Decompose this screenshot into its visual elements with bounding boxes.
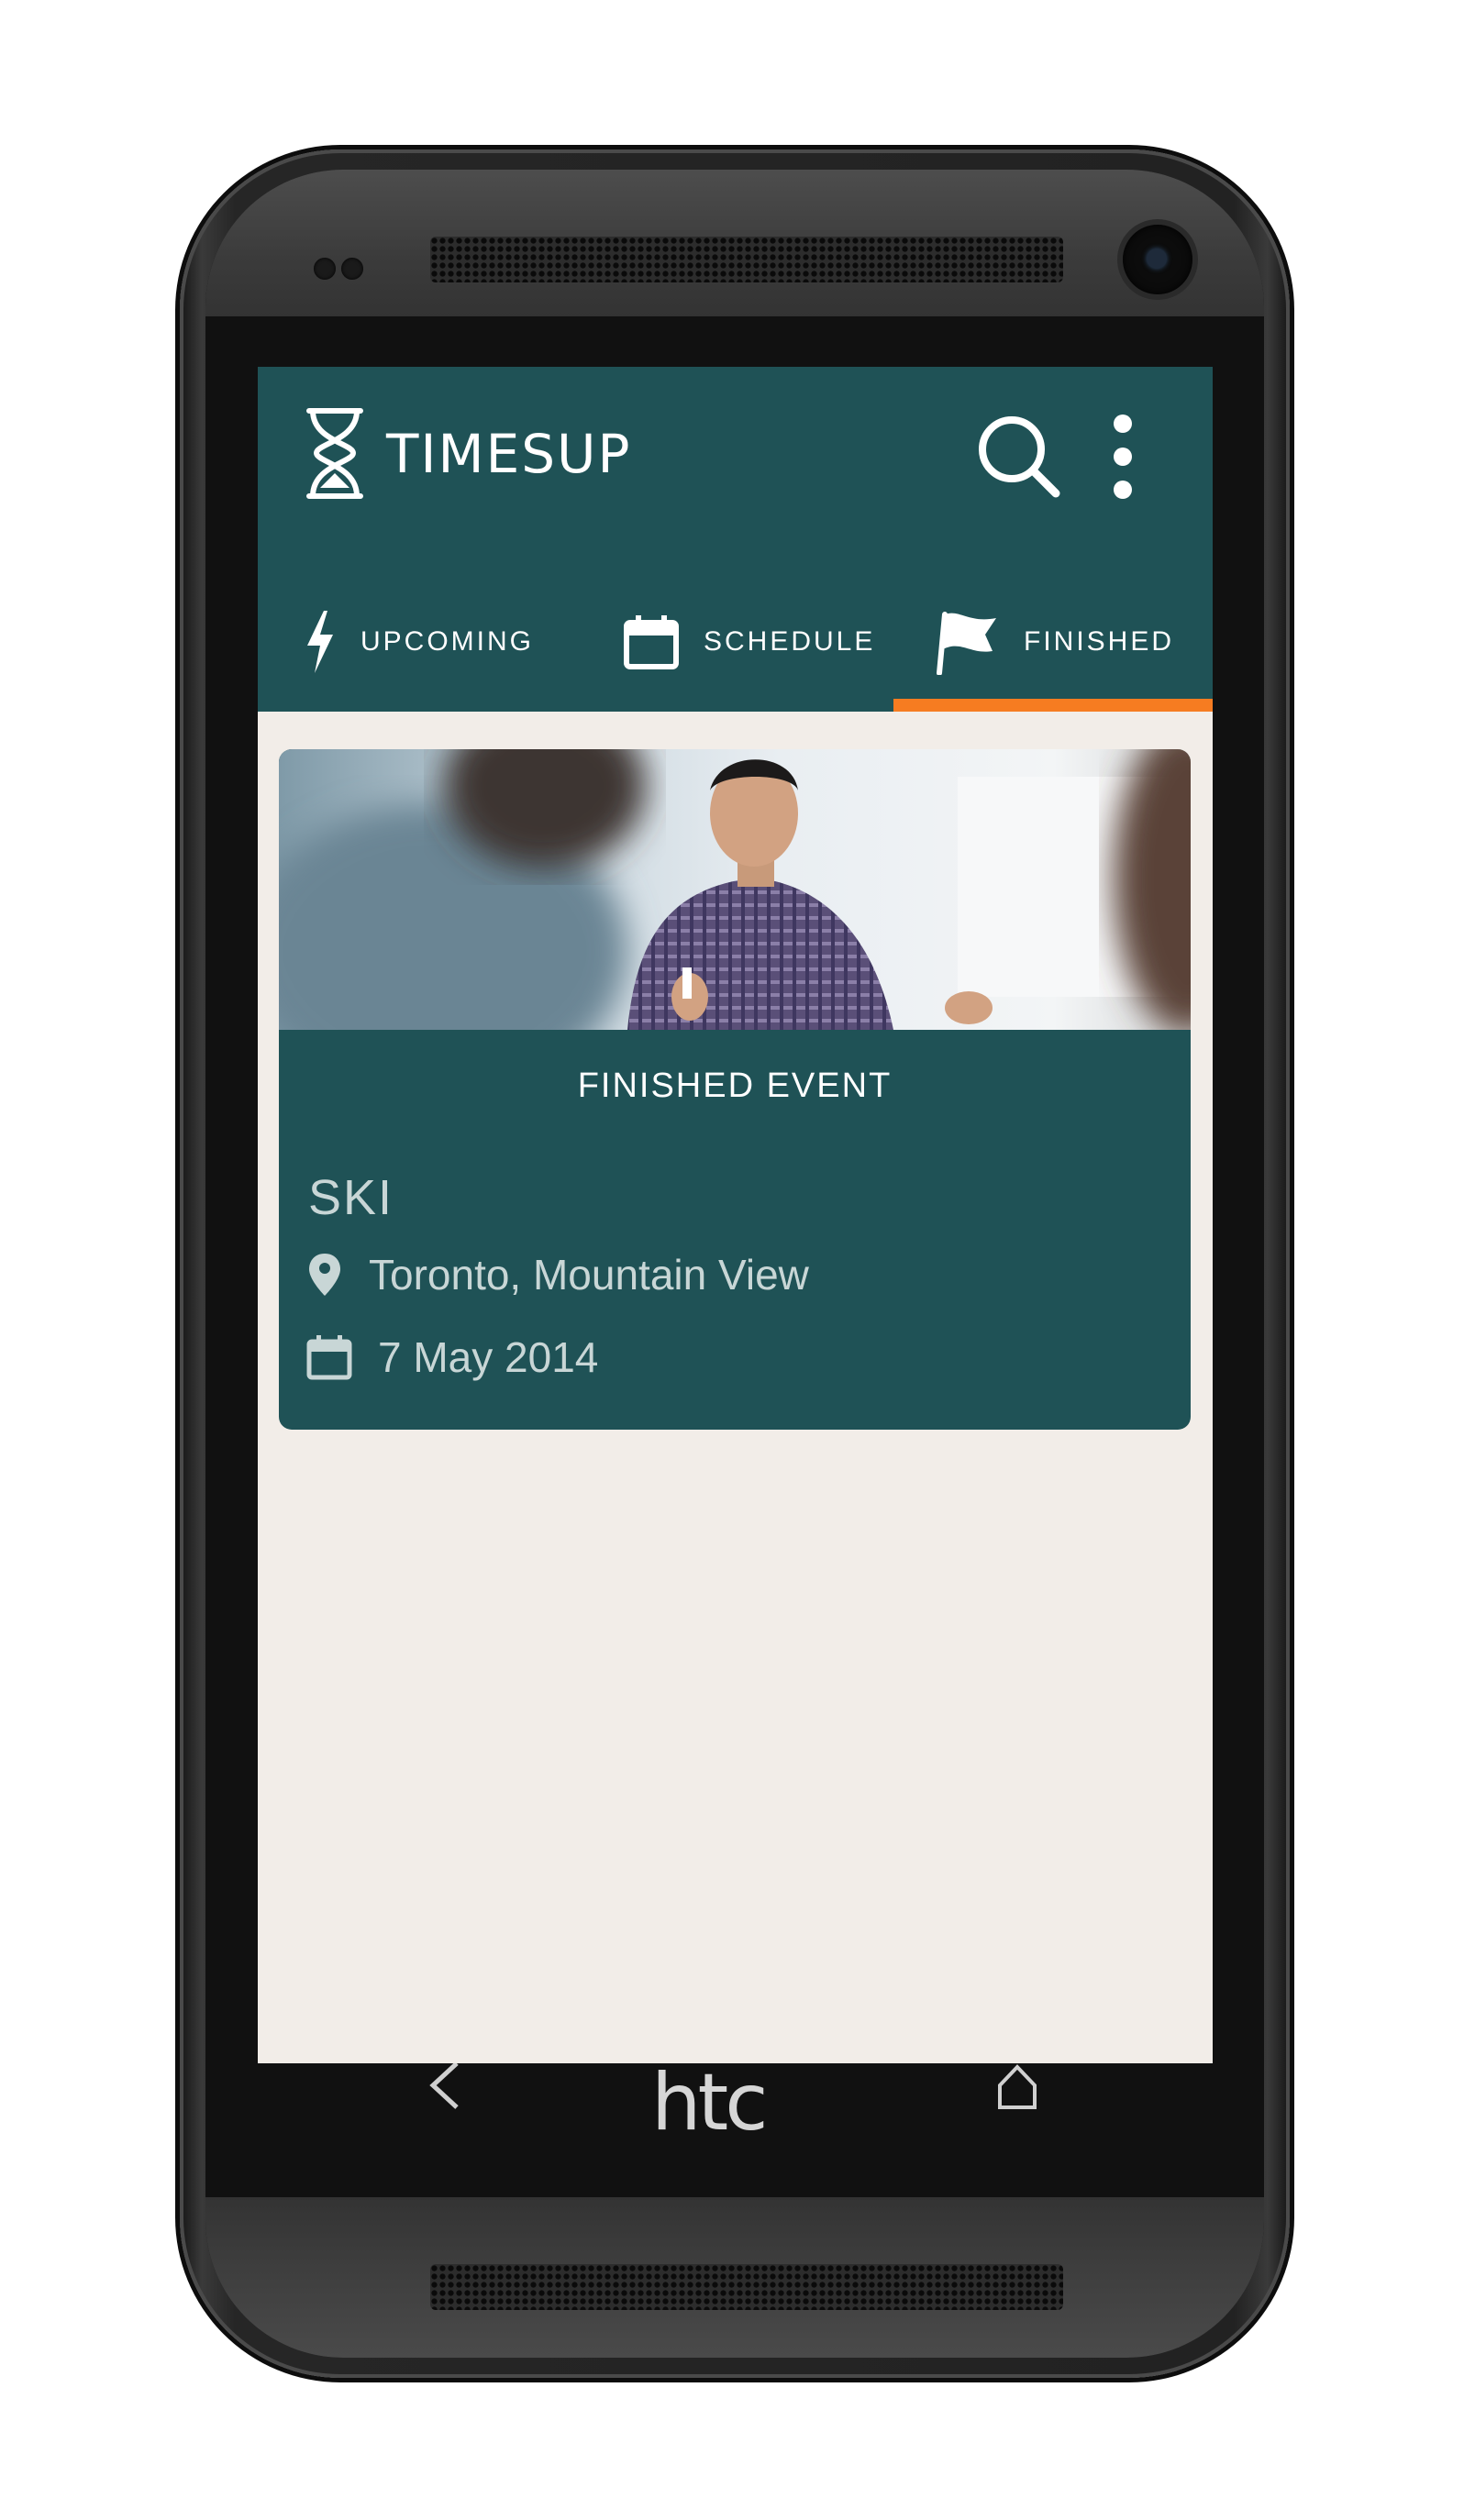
app-screen: TIMESUP UPCOMING SCHEDULE FINISHED FINIS…	[258, 367, 1213, 2063]
location-pin-icon	[309, 1254, 340, 1296]
front-camera	[1123, 225, 1192, 294]
app-title: TIMESUP	[386, 422, 632, 485]
tab-bar: UPCOMING SCHEDULE FINISHED	[258, 580, 1213, 712]
event-title: SKI	[308, 1170, 394, 1225]
back-icon	[429, 2061, 459, 2109]
top-speaker-grille	[430, 237, 1063, 282]
tab-finished[interactable]: FINISHED	[932, 580, 1174, 704]
htc-logo: htc	[651, 2069, 769, 2142]
event-date: 7 May 2014	[306, 1332, 598, 1382]
sensor-dot	[341, 258, 363, 280]
tab-schedule[interactable]: SCHEDULE	[623, 580, 875, 704]
hourglass-logo-icon	[306, 408, 363, 499]
location-text: Toronto, Mountain View	[369, 1251, 809, 1299]
lightning-icon	[307, 611, 333, 673]
event-photo	[279, 749, 1191, 1030]
flag-icon	[937, 612, 996, 675]
date-text: 7 May 2014	[378, 1333, 599, 1381]
tab-label: SCHEDULE	[704, 626, 876, 657]
calendar-icon	[306, 1335, 352, 1380]
search-button[interactable]	[973, 411, 1065, 503]
overflow-menu-button[interactable]	[1100, 411, 1146, 503]
tab-label: UPCOMING	[360, 626, 534, 657]
tab-label: FINISHED	[1024, 626, 1175, 657]
selected-tab-indicator	[893, 699, 1213, 712]
back-button[interactable]	[426, 2056, 462, 2124]
app-bar: TIMESUP UPCOMING SCHEDULE FINISHED	[258, 367, 1213, 712]
sensor-dot	[314, 258, 336, 280]
overflow-menu-icon	[1114, 414, 1132, 499]
app-logo: TIMESUP	[304, 405, 631, 502]
tab-upcoming[interactable]: UPCOMING	[304, 580, 534, 704]
bottom-speaker-grille	[430, 2264, 1063, 2310]
svg-text:htc: htc	[651, 2069, 765, 2142]
top-bezel	[205, 170, 1264, 316]
search-icon	[979, 416, 1060, 498]
event-location: Toronto, Mountain View	[306, 1250, 809, 1299]
calendar-icon	[624, 615, 679, 669]
home-icon	[998, 2064, 1037, 2109]
card-heading: FINISHED EVENT	[577, 1067, 893, 1105]
home-button[interactable]	[994, 2060, 1040, 2124]
event-card[interactable]: FINISHED EVENT SKI Toronto, Mountain Vie…	[279, 749, 1191, 1430]
bottom-bezel	[205, 2197, 1264, 2358]
